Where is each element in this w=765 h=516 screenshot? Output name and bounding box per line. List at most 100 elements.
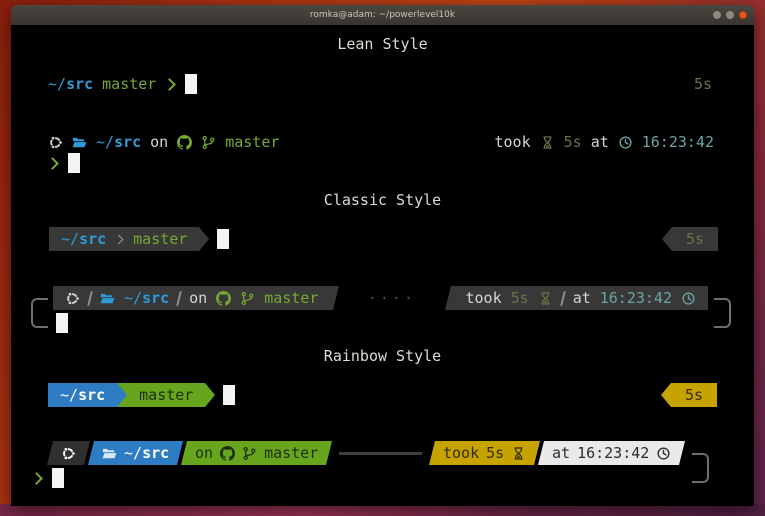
current-directory: ~/src: [48, 75, 93, 93]
rainbow-style-heading: Rainbow Style: [11, 348, 754, 365]
command-duration: 5s: [685, 386, 703, 404]
command-duration: 5s: [486, 444, 504, 462]
branch-name: master: [264, 289, 318, 307]
at-label: at: [573, 289, 591, 307]
clock-icon: [681, 291, 696, 306]
rainbow-prompt-short: ~/src master 5s: [48, 383, 717, 407]
git-branch-icon: [242, 446, 257, 461]
window-title: romka@adam: ~/powerlevel10k: [310, 10, 455, 20]
powerline-arrow-icon: [117, 383, 127, 407]
git-branch-icon: [240, 291, 255, 306]
octocat-icon: [220, 446, 235, 461]
branch-segment: master: [127, 383, 205, 407]
duration-segment: took 5s: [429, 441, 540, 465]
window-controls: [713, 11, 747, 19]
powerline-segment: took 5s at 16:23:42: [454, 286, 709, 310]
branch-name: master: [102, 75, 156, 93]
current-directory: ~/src: [61, 230, 106, 248]
text-cursor: [217, 229, 229, 249]
terminal-window: romka@adam: ~/powerlevel10k Lean Style ~…: [11, 5, 754, 506]
close-button[interactable]: [739, 11, 747, 19]
os-segment: [47, 441, 90, 465]
on-label: on: [189, 289, 207, 307]
clock-icon: [618, 135, 633, 150]
ubuntu-logo-icon: [48, 135, 63, 150]
prompt-chevron-icon: [163, 78, 176, 91]
on-label: on: [195, 444, 213, 462]
clock-icon: [656, 446, 671, 461]
command-duration: 5s: [511, 289, 529, 307]
lean-prompt-short: ~/src master 5s: [48, 73, 712, 95]
octocat-icon: [177, 135, 192, 150]
current-directory: ~/src: [124, 289, 169, 307]
branch-name: master: [139, 386, 193, 404]
classic-prompt-full: ~/src on master ···· took 5s: [11, 286, 754, 338]
separator-slash-icon: [87, 291, 93, 306]
separator-slash-icon: [560, 291, 566, 306]
took-label: took: [466, 289, 502, 307]
rainbow-prompt-full: ~/src on master took 5s: [11, 441, 754, 497]
took-label: took: [495, 133, 531, 151]
maximize-button[interactable]: [726, 11, 734, 19]
text-cursor: [68, 153, 80, 173]
classic-prompt-short: ~/src master 5s: [49, 227, 718, 251]
gap-dots: ····: [336, 289, 447, 307]
text-cursor: [52, 468, 64, 488]
current-time: 16:23:42: [642, 133, 714, 151]
powerline-arrow-icon: [199, 227, 209, 251]
directory-segment: ~/src: [48, 383, 117, 407]
lean-prompt-full-line2: [48, 152, 80, 174]
text-cursor: [185, 74, 197, 94]
separator-chevron-icon: [114, 234, 124, 244]
directory-segment: ~/src: [88, 441, 183, 465]
current-time: 16:23:42: [600, 289, 672, 307]
frame-bracket-right: [692, 453, 709, 483]
powerline-arrow-icon: [662, 227, 672, 251]
time-segment: at 16:23:42: [538, 441, 685, 465]
separator-slash-icon: [176, 291, 182, 306]
current-directory: ~/src: [124, 444, 169, 462]
powerline-segment: ~/src master: [49, 227, 199, 251]
classic-prompt-full-line2: [56, 312, 68, 334]
branch-name: master: [225, 133, 279, 151]
branch-name: master: [264, 444, 318, 462]
folder-icon: [100, 291, 115, 306]
lean-style-heading: Lean Style: [11, 36, 754, 53]
classic-style-heading: Classic Style: [11, 192, 754, 209]
titlebar[interactable]: romka@adam: ~/powerlevel10k: [11, 5, 754, 25]
text-cursor: [56, 313, 68, 333]
branch-segment: on master: [181, 441, 332, 465]
hourglass-icon: [538, 291, 553, 306]
powerline-segment: 5s: [672, 227, 718, 251]
at-label: at: [552, 444, 570, 462]
desktop: romka@adam: ~/powerlevel10k Lean Style ~…: [0, 0, 765, 516]
git-branch-icon: [201, 135, 216, 150]
command-duration: 5s: [686, 230, 704, 248]
duration-segment: 5s: [671, 383, 717, 407]
prompt-chevron-icon: [46, 157, 59, 170]
powerline-segment: ~/src on master: [53, 286, 330, 310]
octocat-icon: [216, 291, 231, 306]
on-label: on: [150, 133, 168, 151]
folder-icon: [72, 135, 87, 150]
minimize-button[interactable]: [713, 11, 721, 19]
ubuntu-logo-icon: [65, 291, 80, 306]
text-cursor: [223, 385, 235, 405]
hourglass-icon: [511, 446, 526, 461]
prompt-chevron-icon: [30, 472, 43, 485]
current-time: 16:23:42: [577, 444, 649, 462]
frame-bracket-right: [714, 298, 731, 328]
current-directory: ~/src: [96, 133, 141, 151]
rainbow-prompt-full-line2: [32, 467, 64, 489]
ubuntu-logo-icon: [61, 446, 76, 461]
lean-prompt-full-line1: ~/src on master took 5s at 16:23:42: [48, 131, 714, 153]
branch-name: master: [133, 230, 187, 248]
terminal-body[interactable]: Lean Style ~/src master 5s ~/sr: [11, 25, 754, 506]
took-label: took: [443, 444, 479, 462]
current-directory: ~/src: [60, 386, 105, 404]
hourglass-icon: [540, 135, 555, 150]
at-label: at: [591, 133, 609, 151]
gap-line: [339, 452, 421, 455]
command-duration: 5s: [694, 75, 712, 93]
powerline-arrow-icon: [205, 383, 215, 407]
